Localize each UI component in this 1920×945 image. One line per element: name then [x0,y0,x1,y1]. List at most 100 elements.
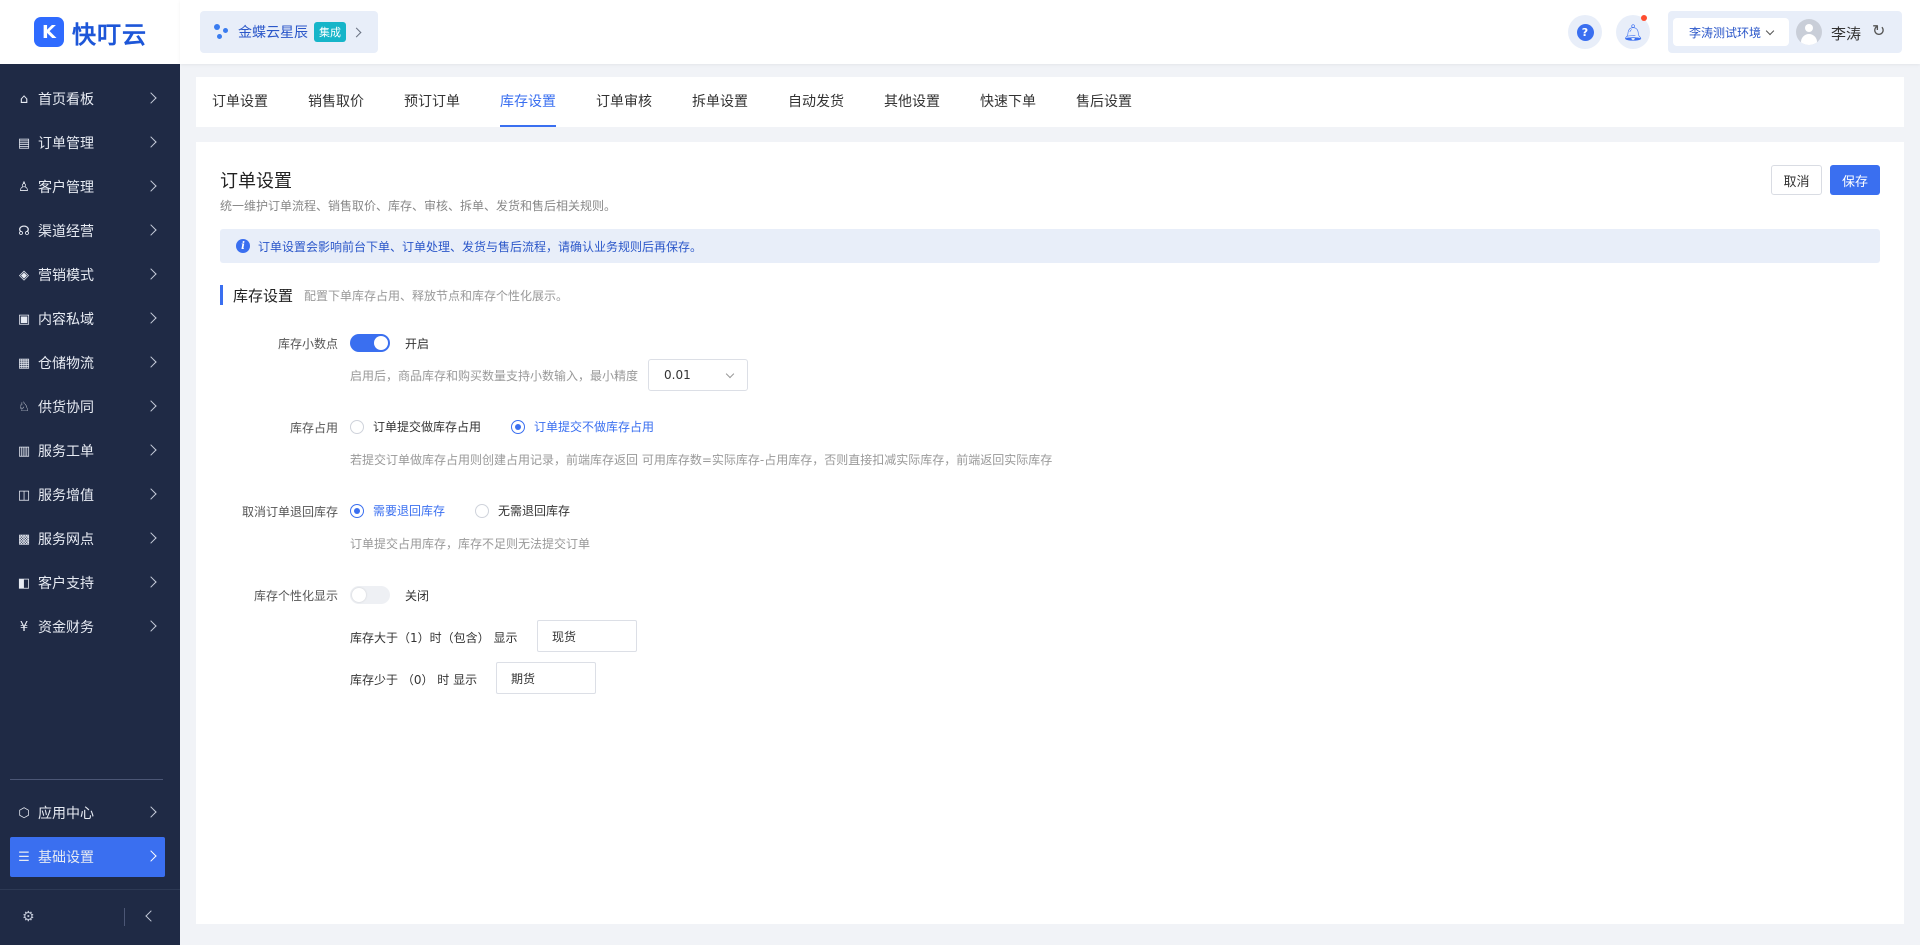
decimal-label: 库存小数点 [277,337,338,351]
sidebar-footer-separator [124,908,125,926]
sidebar-item-1[interactable]: ⌂ 首页看板 [10,79,165,119]
sidebar-item-4[interactable]: ☊ 渠道经营 [10,211,165,251]
sidebar-item-label: 服务网点 [38,532,94,548]
sidebar-item-label: 内容私域 [38,312,94,328]
brand-logo[interactable]: K 快叮云 [0,0,180,64]
home-icon: ⌂ [19,91,29,107]
bag-icon: ◫ [17,487,31,503]
notice-text: 订单设置会影响前台下单、订单处理、发货与售后流程，请确认业务规则后再保存。 [258,239,703,254]
info-icon: i [236,239,250,253]
tab-1[interactable]: 订单设置 [212,77,268,127]
cancel-return-option-0[interactable]: 需要退回库存 [350,502,445,519]
sidebar-item-label: 服务增值 [38,488,94,504]
sidebar-item-3[interactable]: ♙ 客户管理 [10,167,165,207]
environment-select[interactable]: 李涛测试环境 [1673,18,1789,46]
personalized-label: 库存个性化显示 [253,589,338,603]
org-name: 金蝶云星辰 [238,25,308,41]
chevron-right-icon [145,356,157,368]
settings-icon: ☰ [18,849,30,865]
store-icon: ▩ [17,531,31,547]
tab-9[interactable]: 快速下单 [980,77,1036,127]
section-title: 库存设置 [233,286,294,305]
refresh-icon[interactable]: ↻ [1872,21,1885,40]
help-icon: ? [1576,23,1594,41]
save-button[interactable]: 保存 [1830,165,1880,195]
warehouse-icon: ▦ [17,355,31,371]
radio-label: 订单提交不做库存占用 [534,420,655,434]
sidebar-item-label: 客户支持 [38,576,94,592]
sidebar-item-11[interactable]: ▩ 服务网点 [10,519,165,559]
sidebar: K 快叮云 ⌂ 首页看板 ▤ 订单管理 ♙ 客户管理 ☊ 渠道经营 ◈ 营销模式 ▣ 内容私域 ▦ 仓储物… [0,0,180,945]
chevron-right-icon [145,224,157,236]
sidebar-item-label: 渠道经营 [38,224,94,240]
chevron-right-icon [145,312,157,324]
sidebar-item-7[interactable]: ▦ 仓储物流 [10,343,165,383]
chevron-right-icon [145,268,157,280]
sidebar-item-label: 基础设置 [38,850,94,866]
sidebar-item-14[interactable]: ⬡ 应用中心 [10,793,165,833]
tab-4[interactable]: 库存设置 [500,77,556,127]
occupy-option-1[interactable]: 订单提交不做库存占用 [511,418,654,435]
collapse-sidebar-icon[interactable] [145,910,157,922]
tab-2[interactable]: 销售取价 [308,77,364,127]
sidebar-item-6[interactable]: ▣ 内容私域 [10,299,165,339]
supply-icon: ♘ [18,399,30,415]
greater-display-input[interactable] [537,620,637,652]
section-description: 配置下单库存占用、释放节点和库存个性化展示。 [304,288,569,303]
avatar[interactable] [1796,19,1822,45]
order-icon: ▤ [17,135,31,151]
sidebar-item-label: 供货协同 [38,400,94,416]
less-display-input[interactable] [496,662,596,694]
page-description: 统一维护订单流程、销售取价、库存、审核、拆单、发货和售后相关规则。 [220,199,617,213]
tag-icon: ◈ [19,267,29,283]
sidebar-item-5[interactable]: ◈ 营销模式 [10,255,165,295]
cancel-return-hint: 订单提交占用库存，库存不足则无法提交订单 [350,537,591,551]
cube-icon: ⬡ [18,805,30,821]
sidebar-item-label: 首页看板 [38,92,94,108]
tab-8[interactable]: 其他设置 [884,77,940,127]
sidebar-item-label: 资金财务 [38,620,94,636]
notification-button[interactable]: 🔔︎ [1616,15,1650,49]
radio-label: 需要退回库存 [373,504,446,518]
tab-3[interactable]: 预订订单 [404,77,460,127]
sidebar-item-12[interactable]: ◧ 客户支持 [10,563,165,603]
org-switcher[interactable]: 金蝶云星辰 集成 [200,11,378,53]
radio-label: 无需退回库存 [498,504,571,518]
ticket-icon: ▥ [17,443,31,459]
environment-label: 李涛测试环境 [1688,25,1761,40]
sidebar-item-10[interactable]: ◫ 服务增值 [10,475,165,515]
precision-select[interactable]: 0.01 [648,359,748,391]
notice-banner: i 订单设置会影响前台下单、订单处理、发货与售后流程，请确认业务规则后再保存。 [220,229,1880,263]
sidebar-item-9[interactable]: ▥ 服务工单 [10,431,165,471]
tab-5[interactable]: 订单审核 [596,77,652,127]
occupy-option-0[interactable]: 订单提交做库存占用 [350,418,481,435]
precision-value: 0.01 [664,368,691,382]
tab-10[interactable]: 售后设置 [1076,77,1132,127]
tab-6[interactable]: 拆单设置 [692,77,748,127]
org-badge: 集成 [314,22,346,42]
sidebar-item-13[interactable]: ¥ 资金财务 [10,607,165,647]
sidebar-item-15[interactable]: ☰ 基础设置 [10,837,165,877]
cancel-return-option-1[interactable]: 无需退回库存 [475,502,570,519]
cancel-button[interactable]: 取消 [1771,165,1822,195]
sidebar-item-2[interactable]: ▤ 订单管理 [10,123,165,163]
theme-settings-icon[interactable]: ⚙ [22,909,35,925]
chevron-right-icon [145,92,157,104]
chevron-right-icon [145,576,157,588]
sidebar-item-8[interactable]: ♘ 供货协同 [10,387,165,427]
user-name[interactable]: 李涛 [1831,23,1861,44]
help-button[interactable]: ? [1568,15,1602,49]
notification-badge [1641,15,1647,21]
chevron-right-icon [145,532,157,544]
chevron-right-icon [145,806,157,818]
channel-icon: ☊ [18,223,30,239]
tab-7[interactable]: 自动发货 [788,77,844,127]
chevron-right-icon [145,444,157,456]
top-header: 金蝶云星辰 集成 ? 🔔︎ 李涛测试环境 李涛 ↻ [180,0,1920,64]
personalized-toggle[interactable] [350,586,390,604]
image-icon: ▣ [17,311,31,327]
sidebar-footer-divider [0,889,180,890]
decimal-toggle[interactable] [350,334,390,352]
greater-rule-text: 库存大于（1）时（包含） 显示 [350,631,518,645]
chevron-right-icon [145,136,157,148]
